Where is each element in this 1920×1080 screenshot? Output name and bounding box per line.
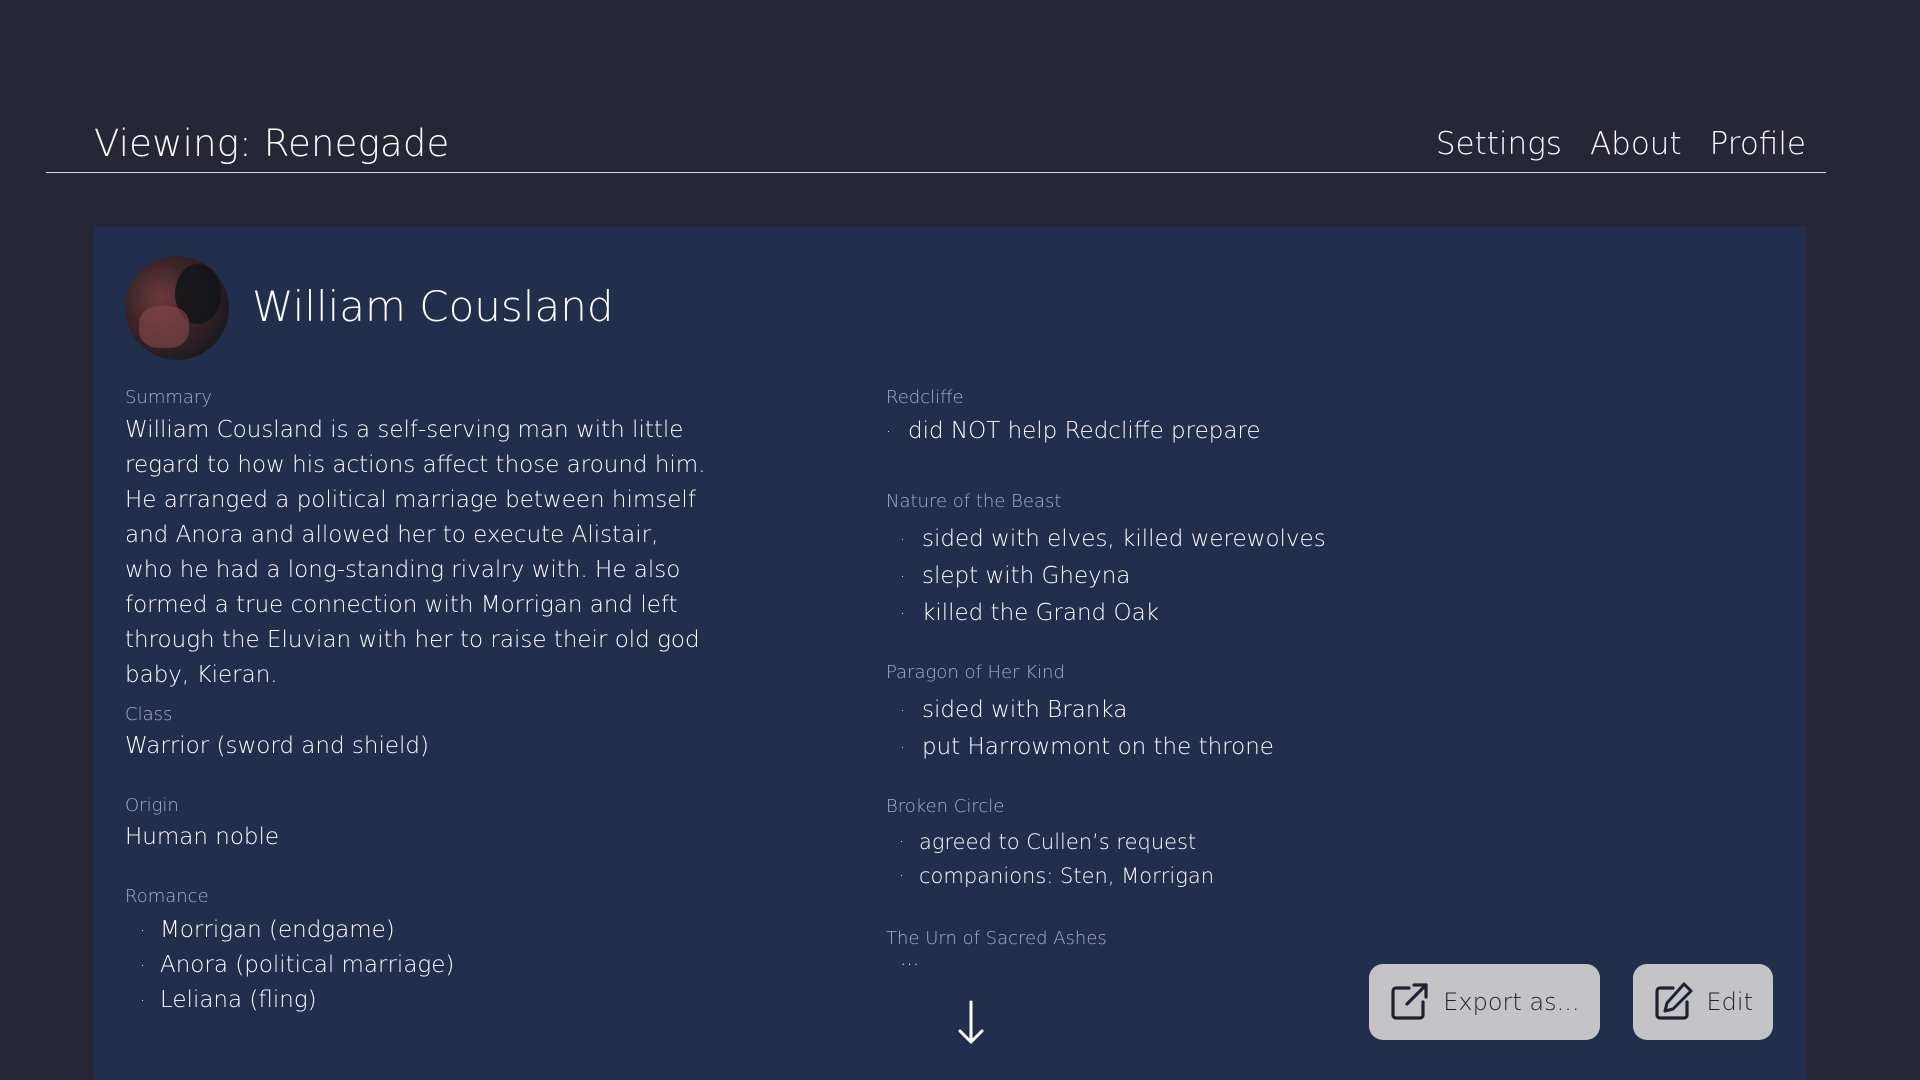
quest-title: Broken Circle <box>886 796 1005 817</box>
quest-items: · sided with elves, killed werewolves · sl… <box>900 521 1326 632</box>
avatar <box>125 256 229 360</box>
quest-title: Redcliffe <box>886 387 964 408</box>
page-title: Viewing: Renegade <box>94 122 450 165</box>
quest-items: · sided with Branka · put Harrowmont on th… <box>900 692 1274 766</box>
list-item: · sided with elves, killed werewolves <box>900 526 1326 552</box>
summary-label: Summary <box>125 387 212 408</box>
list-item: · Morrigan (endgame) <box>140 917 395 943</box>
class-value: Warrior (sword and shield) <box>125 733 429 759</box>
nav-about[interactable]: About <box>1590 126 1682 162</box>
quest-urn-of-sacred-ashes: The Urn of Sacred Ashes ... <box>886 928 1107 971</box>
origin-label: Origin <box>125 795 179 816</box>
quest-items: · agreed to Cullen’s request · companions:… <box>899 825 1214 893</box>
list-item: · Anora (political marriage) <box>140 952 455 978</box>
list-item: · agreed to Cullen’s request <box>899 830 1197 854</box>
list-item: · slept with Gheyna <box>900 563 1131 589</box>
romance-section: Romance · Morrigan (endgame) · Anora (poli… <box>125 886 454 1018</box>
export-button[interactable]: Export as... <box>1369 964 1600 1040</box>
edit-button-label: Edit <box>1706 988 1753 1016</box>
list-item: · sided with Branka <box>900 697 1128 723</box>
list-item: · Leliana (fling) <box>140 987 317 1013</box>
list-item: · killed the Grand Oak <box>900 600 1159 626</box>
quest-paragon-of-her-kind: Paragon of Her Kind · sided with Branka ·… <box>886 662 1274 766</box>
nav-profile[interactable]: Profile <box>1710 126 1806 162</box>
pencil-square-icon <box>1654 982 1693 1020</box>
class-section: Class Warrior (sword and shield) <box>125 704 429 759</box>
edit-button[interactable]: Edit <box>1632 964 1773 1040</box>
character-name: William Cousland <box>252 282 614 331</box>
summary-section: Summary William Cousland is a self-servi… <box>125 387 710 693</box>
action-buttons: Export as... Edit <box>1369 964 1773 1040</box>
origin-section: Origin Human noble <box>125 795 279 850</box>
external-link-icon <box>1391 983 1428 1020</box>
arrow-down-icon[interactable] <box>956 1000 986 1046</box>
list-item: · companions: Sten, Morrigan <box>899 864 1215 888</box>
summary-text: William Cousland is a self-serving man w… <box>125 417 706 688</box>
nav-settings[interactable]: Settings <box>1436 126 1562 162</box>
list-item: · put Harrowmont on the throne <box>900 734 1274 760</box>
top-bar: Viewing: Renegade Settings About Profile <box>46 118 1826 173</box>
quest-broken-circle: Broken Circle · agreed to Cullen’s reques… <box>886 796 1214 893</box>
quest-items: · did NOT help Redcliffe prepare <box>886 414 1261 449</box>
export-button-label: Export as... <box>1443 988 1580 1016</box>
origin-value: Human noble <box>125 824 280 850</box>
quest-title: The Urn of Sacred Ashes <box>886 928 1107 949</box>
romance-list: · Morrigan (endgame) · Anora (political ma… <box>140 913 454 1018</box>
quest-nature-of-the-beast: Nature of the Beast · sided with elves, k… <box>886 491 1326 632</box>
romance-label: Romance <box>125 886 209 907</box>
quest-redcliffe: Redcliffe · did NOT help Redcliffe prepar… <box>886 387 1261 449</box>
list-item: · did NOT help Redcliffe prepare <box>886 418 1261 444</box>
class-label: Class <box>125 704 173 725</box>
quest-title: Nature of the Beast <box>886 491 1062 512</box>
top-nav: Settings About Profile <box>1436 126 1806 162</box>
character-card: William Cousland Summary William Couslan… <box>94 226 1806 1080</box>
quest-title: Paragon of Her Kind <box>886 662 1065 683</box>
